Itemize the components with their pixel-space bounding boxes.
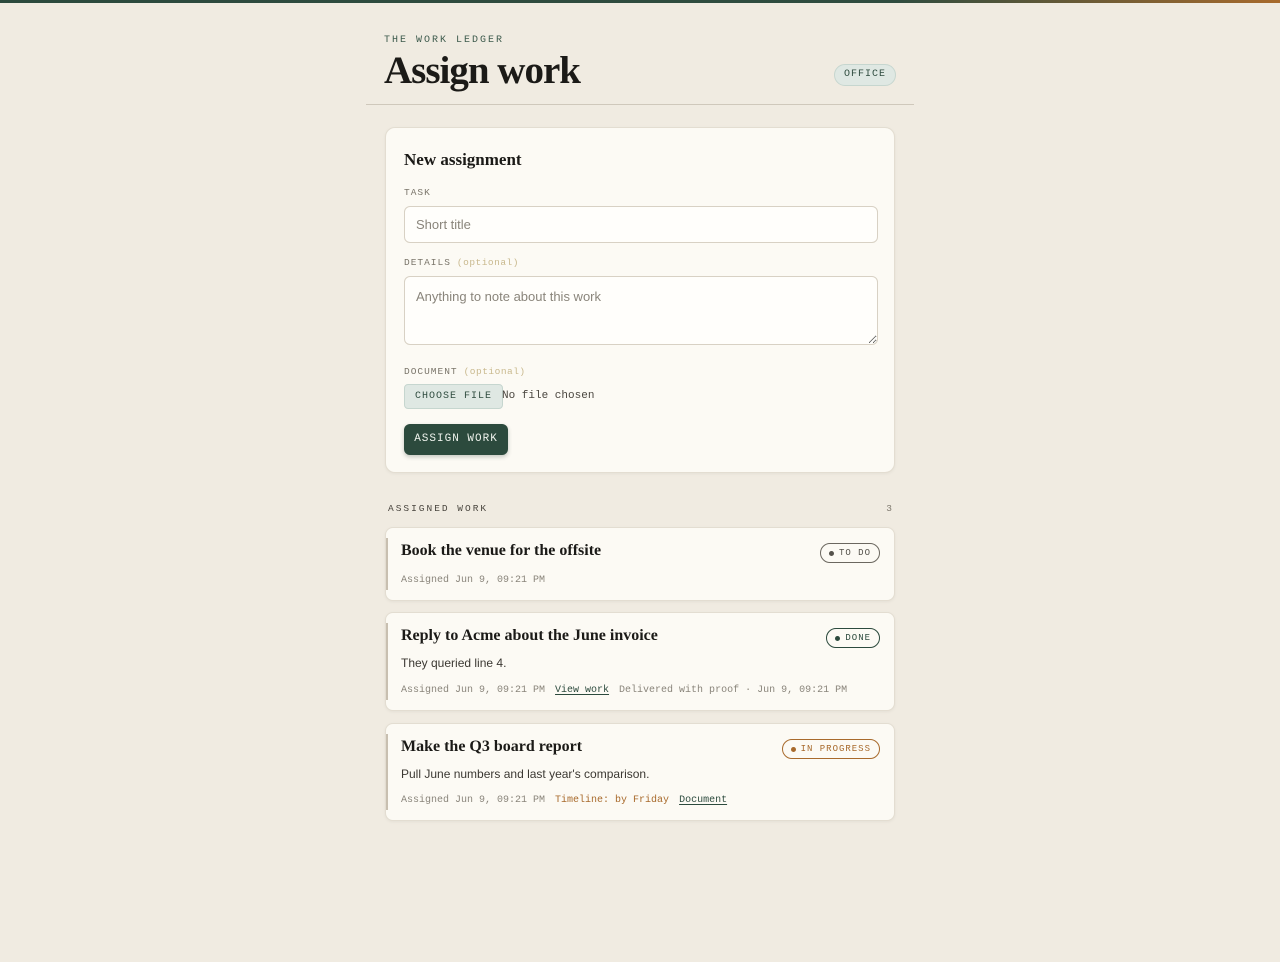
- task-meta: Assigned Jun 9, 09:21 PM: [401, 575, 555, 586]
- task-label-text: TASK: [404, 187, 431, 198]
- document-label: DOCUMENT (optional): [404, 366, 526, 377]
- document-label-text: DOCUMENT: [404, 366, 458, 377]
- assigned-work-heading: ASSIGNED WORK: [388, 503, 489, 514]
- task-card[interactable]: Book the venue for the offsite TO DO Ass…: [385, 527, 895, 601]
- assigned-timestamp: Assigned Jun 9, 09:21 PM: [401, 575, 546, 586]
- role-badge: OFFICE: [833, 64, 896, 86]
- task-title: Reply to Acme about the June invoice: [401, 627, 658, 644]
- task-accent-bar: [386, 623, 388, 700]
- task-meta: Assigned Jun 9, 09:21 PM Timeline: by Fri…: [401, 795, 737, 806]
- task-card[interactable]: Make the Q3 board report IN PROGRESS Pul…: [385, 723, 895, 821]
- document-link[interactable]: Document: [679, 795, 727, 806]
- page-title: Assign work: [384, 49, 581, 92]
- app-eyebrow: THE WORK LEDGER: [384, 35, 505, 46]
- task-input[interactable]: [404, 206, 878, 243]
- assigned-timestamp: Assigned Jun 9, 09:21 PM: [401, 795, 546, 806]
- view-work-link[interactable]: View work: [555, 685, 609, 696]
- task-accent-bar: [386, 538, 388, 590]
- status-badge: TO DO: [819, 543, 880, 563]
- details-label-text: DETAILS: [404, 257, 451, 268]
- top-accent-bar: [0, 0, 1280, 3]
- assigned-work-header: ASSIGNED WORK 3: [388, 503, 892, 514]
- form-title: New assignment: [404, 150, 522, 169]
- assign-work-button[interactable]: ASSIGN WORK: [404, 424, 508, 455]
- status-dot-icon: [790, 746, 796, 752]
- page-header: THE WORK LEDGER Assign work OFFICE: [366, 30, 914, 105]
- task-title: Make the Q3 board report: [401, 738, 583, 755]
- document-optional-hint: (optional): [463, 366, 526, 377]
- task-card[interactable]: Reply to Acme about the June invoice DON…: [385, 612, 895, 711]
- status-text: TO DO: [838, 548, 871, 558]
- task-title: Book the venue for the offsite: [401, 542, 602, 559]
- delivered-status: Delivered with proof · Jun 9, 09:21 PM: [619, 685, 848, 696]
- status-dot-icon: [835, 635, 841, 641]
- task-meta: Assigned Jun 9, 09:21 PM View work Deliver…: [401, 685, 857, 696]
- status-badge: IN PROGRESS: [781, 739, 880, 759]
- task-accent-bar: [386, 734, 388, 810]
- new-assignment-form: New assignment TASK DETAILS (optional) DO…: [385, 127, 895, 473]
- status-badge: DONE: [826, 628, 880, 648]
- details-label: DETAILS (optional): [404, 257, 519, 268]
- status-dot-icon: [828, 550, 834, 556]
- details-optional-hint: (optional): [456, 257, 519, 268]
- details-textarea[interactable]: [404, 276, 878, 345]
- choose-file-button[interactable]: CHOOSE FILE: [404, 384, 504, 409]
- file-status: No file chosen: [502, 390, 595, 402]
- task-label: TASK: [404, 187, 431, 198]
- task-description: Pull June numbers and last year's compar…: [401, 767, 650, 781]
- task-description: They queried line 4.: [401, 656, 507, 670]
- status-text: DONE: [845, 633, 871, 643]
- status-text: IN PROGRESS: [800, 744, 871, 754]
- timeline-text: Timeline: by Friday: [555, 795, 670, 806]
- assigned-timestamp: Assigned Jun 9, 09:21 PM: [401, 685, 546, 696]
- assigned-work-count: 3: [886, 503, 892, 514]
